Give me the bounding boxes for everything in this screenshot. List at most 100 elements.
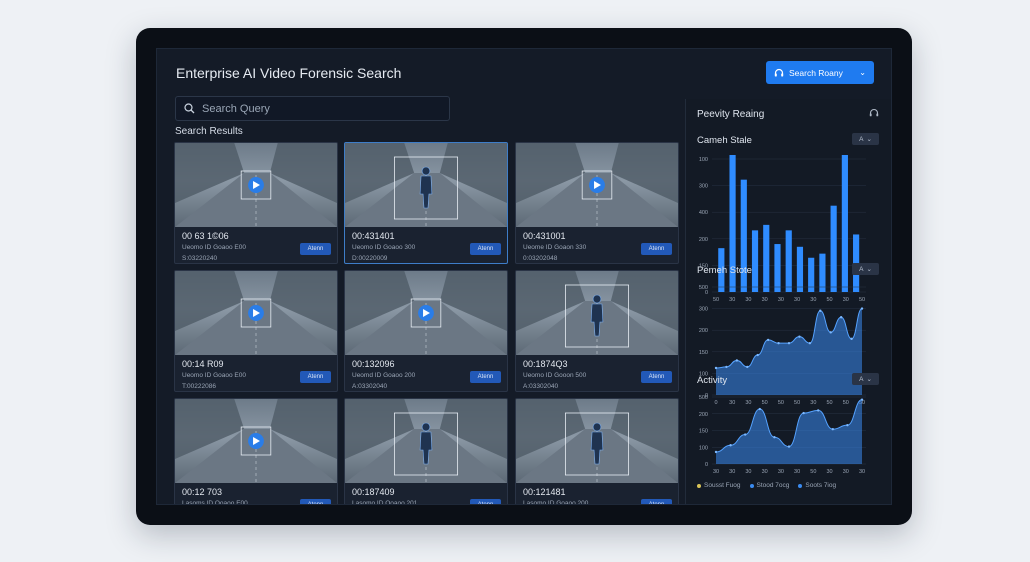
chevron-down-icon: ⌄ xyxy=(866,136,872,143)
activity-dropdown[interactable]: A ⌄ xyxy=(852,373,879,385)
video-thumbnail[interactable] xyxy=(345,399,507,483)
x-tick-label: 30 xyxy=(826,469,832,475)
search-ready-button[interactable]: Search Roany ⌄ xyxy=(766,61,874,84)
video-thumbnail[interactable] xyxy=(175,271,337,355)
search-ready-label: Search Roany xyxy=(789,67,843,78)
data-point xyxy=(766,338,770,342)
result-card[interactable]: 00:431401 Ueomo ID Goaoo 300 D:00220009 … xyxy=(344,142,508,264)
data-point xyxy=(798,335,801,338)
data-point xyxy=(839,316,843,319)
y-tick-label: 400 xyxy=(699,210,708,216)
x-tick-label: 30 xyxy=(859,469,865,475)
card-action-button[interactable]: Atenn xyxy=(641,499,672,504)
card-action-button[interactable]: Atenn xyxy=(300,371,331,383)
card-timestamp: 00:14 R09 xyxy=(182,359,224,369)
card-action-button[interactable]: Atenn xyxy=(470,499,501,504)
y-tick-label: 200 xyxy=(699,328,708,334)
legend-dot-icon xyxy=(749,483,754,488)
legend-label: Soots 7iog xyxy=(805,482,837,489)
x-tick-label: 30 xyxy=(843,469,849,475)
data-point xyxy=(860,307,864,310)
result-card[interactable]: 00:132096 Ueomd ID Goaoo 200 A:03302040 … xyxy=(344,270,508,392)
person-state-dropdown[interactable]: A ⌄ xyxy=(852,263,879,275)
data-point xyxy=(819,309,822,312)
y-tick-label: 150 xyxy=(699,350,708,356)
x-tick-label: 30 xyxy=(729,469,735,475)
data-point xyxy=(787,445,791,448)
data-point xyxy=(777,341,780,345)
card-action-button[interactable]: Atenn xyxy=(470,371,501,383)
card-timestamp: 00 63 1©06 xyxy=(182,231,229,241)
data-point xyxy=(860,398,864,401)
video-thumbnail[interactable] xyxy=(516,143,678,227)
area-fill xyxy=(716,399,862,464)
y-tick-label: 100 xyxy=(699,445,708,451)
activity-chart: 500 200 150 100 0 30 30 30 30 30 30 50 30 30 30 xyxy=(699,395,866,475)
video-thumbnail[interactable] xyxy=(175,399,337,483)
x-tick-label: 30 xyxy=(794,469,800,475)
card-action-button[interactable]: Atenn xyxy=(300,243,331,255)
x-tick-label: 30 xyxy=(778,469,784,475)
result-card[interactable]: 00:431001 Ueome ID Goaon 330 0:03202048 … xyxy=(515,142,679,264)
data-point xyxy=(773,436,776,439)
legend-label: Stood 7ocg xyxy=(756,482,790,489)
legend-label: Sousst Fuog xyxy=(704,482,741,489)
result-card[interactable]: 00:12 703 Lasoms ID Ooaoo E00 Atenn xyxy=(174,398,338,504)
headset-icon xyxy=(774,68,784,76)
result-card[interactable]: 00:187409 Lasomo ID Ooaoo 201 Atenn xyxy=(344,398,508,504)
card-action-button[interactable]: Atenn xyxy=(470,243,501,255)
result-card[interactable]: 00:14 R09 Ueomo ID Goaoo E00 T:00222086 … xyxy=(174,270,338,392)
headset-icon[interactable] xyxy=(869,108,879,118)
y-tick-label: 200 xyxy=(699,412,708,418)
y-tick-label: 300 xyxy=(699,307,708,313)
card-timestamp: 00:132096 xyxy=(352,359,395,369)
video-thumbnail[interactable] xyxy=(345,271,507,355)
video-thumbnail[interactable] xyxy=(175,143,337,227)
card-timestamp: 00:431401 xyxy=(352,231,395,241)
card-action-button[interactable]: Atenn xyxy=(300,499,331,504)
chevron-down-icon: ⌄ xyxy=(859,68,866,77)
camera-state-dropdown[interactable]: A ⌄ xyxy=(852,133,879,145)
legend-item: Sousst Fuog xyxy=(697,482,741,489)
warning-icon: A xyxy=(859,265,864,273)
search-results-heading: Search Results xyxy=(175,126,243,137)
search-icon xyxy=(184,103,195,114)
data-point xyxy=(729,444,732,447)
data-point xyxy=(787,341,791,345)
card-record-id: S:03220240 xyxy=(182,254,218,262)
search-input[interactable] xyxy=(202,102,432,115)
video-thumbnail[interactable] xyxy=(516,271,678,355)
card-timestamp: 00:121481 xyxy=(523,487,566,497)
data-point xyxy=(714,366,718,370)
warning-icon: A xyxy=(859,375,864,383)
person-state-title: Pemeh Stote xyxy=(697,265,752,276)
legend-dot-icon xyxy=(798,483,803,488)
data-point xyxy=(714,450,718,454)
result-card[interactable]: 00 63 1©06 Ueomo ID Goaoo E00 S:03220240… xyxy=(174,142,338,264)
x-tick-label: 30 xyxy=(713,469,719,475)
card-record-id: A:03302040 xyxy=(523,382,559,390)
data-point xyxy=(850,337,853,341)
chevron-down-icon: ⌄ xyxy=(866,266,872,273)
data-point xyxy=(808,341,812,345)
y-tick-label: 500 xyxy=(699,395,708,401)
card-action-button[interactable]: Atenn xyxy=(641,243,672,255)
card-action-button[interactable]: Atenn xyxy=(641,371,672,383)
result-card[interactable]: 00:1874Q3 Ueomo ID Gooon 500 A:03302040 … xyxy=(515,270,679,392)
search-bar[interactable] xyxy=(175,96,450,121)
camera-state-title: Cameh Stale xyxy=(697,135,752,146)
video-thumbnail[interactable] xyxy=(516,399,678,483)
bar-mark xyxy=(841,155,848,292)
legend-item: Soots 7iog xyxy=(798,482,836,489)
data-point xyxy=(829,331,832,334)
video-thumbnail[interactable] xyxy=(345,143,507,227)
card-timestamp: 00:431001 xyxy=(523,231,566,241)
y-tick-label: 200 xyxy=(699,237,708,243)
result-card[interactable]: 00:121481 Lasomo ID Goaoo 200 Atenn xyxy=(515,398,679,504)
y-tick-label: 100 xyxy=(699,157,708,163)
data-point xyxy=(744,433,747,436)
device-frame: Enterprise AI Video Forensic Search Sear… xyxy=(136,28,912,525)
app-title: Enterprise AI Video Forensic Search xyxy=(176,65,402,81)
warning-icon: A xyxy=(859,135,864,143)
data-point xyxy=(756,353,759,357)
